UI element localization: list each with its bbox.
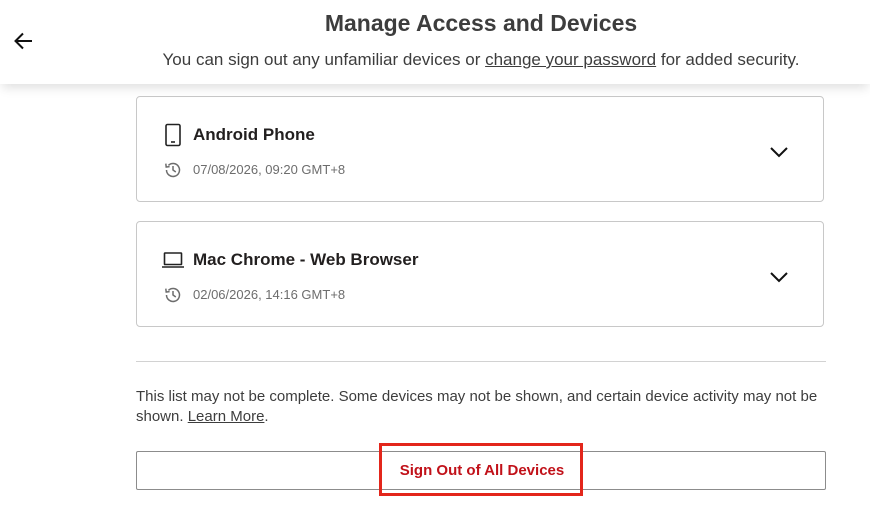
device-last-active: 07/08/2026, 09:20 GMT+8 [193,162,346,177]
subtitle-text-before: You can sign out any unfamiliar devices … [162,50,486,69]
device-card-mac-chrome[interactable]: Mac Chrome - Web Browser 02/06/2026, 14:… [136,221,824,327]
device-last-active: 02/06/2026, 14:16 GMT+8 [193,287,346,302]
sign-out-all-devices-label: Sign Out of All Devices [399,462,565,479]
device-name: Android Phone [193,125,315,144]
disclaimer-period: . [264,408,269,425]
subtitle-text-after: for added security. [656,50,800,69]
page-header: Manage Access and Devices You can sign o… [0,0,870,84]
section-divider [136,361,826,362]
chevron-down-icon[interactable] [767,265,791,289]
history-icon [165,162,181,178]
change-password-link[interactable]: change your password [485,50,656,69]
history-icon [165,287,181,303]
page-title: Manage Access and Devices [324,10,638,36]
page-subtitle: You can sign out any unfamiliar devices … [0,50,870,70]
phone-icon [165,123,181,147]
learn-more-link[interactable]: Learn More [188,408,265,425]
laptop-icon [162,252,184,268]
sign-out-all-devices-button[interactable]: Sign Out of All Devices [136,451,826,490]
device-card-android-phone[interactable]: Android Phone 07/08/2026, 09:20 GMT+8 [136,96,824,202]
device-list-disclaimer: This list may not be complete. Some devi… [136,387,826,427]
device-name: Mac Chrome - Web Browser [193,250,419,269]
chevron-down-icon[interactable] [767,140,791,164]
